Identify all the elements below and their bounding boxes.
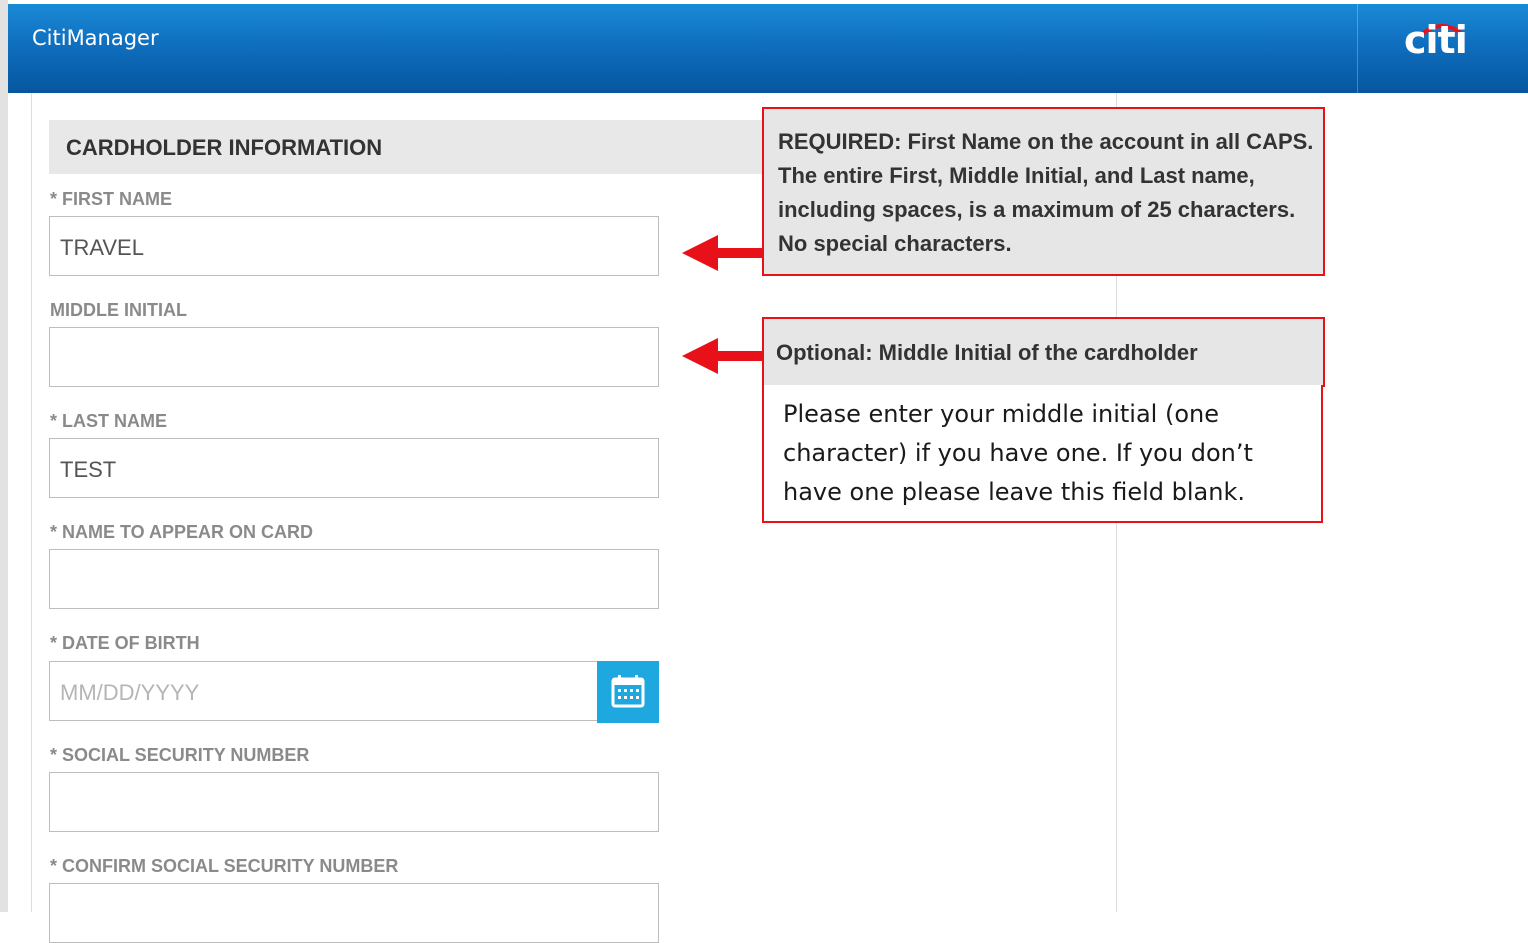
name-on-card-input[interactable] <box>49 549 659 609</box>
last-name-label: * LAST NAME <box>50 411 167 431</box>
middle-initial-callout-detail: Please enter your middle initial (one ch… <box>783 400 1253 506</box>
first-name-input[interactable]: TRAVEL <box>49 216 659 276</box>
calendar-button[interactable] <box>597 661 659 723</box>
middle-initial-callout: Optional: Middle Initial of the cardhold… <box>762 317 1325 387</box>
confirm-ssn-label: * CONFIRM SOCIAL SECURITY NUMBER <box>50 856 399 876</box>
citi-logo[interactable]: citi <box>1404 18 1468 62</box>
panel-left-border <box>31 93 32 912</box>
date-of-birth-placeholder: MM/DD/YYYY <box>60 680 200 705</box>
middle-initial-label: MIDDLE INITIAL <box>50 300 187 320</box>
ssn-input[interactable] <box>49 772 659 832</box>
section-header: CARDHOLDER INFORMATION <box>49 120 769 174</box>
first-name-callout: REQUIRED: First Name on the account in a… <box>762 107 1325 276</box>
middle-initial-detail-box: Please enter your middle initial (one ch… <box>762 385 1323 523</box>
name-on-card-label: * NAME TO APPEAR ON CARD <box>50 522 314 542</box>
date-of-birth-label: * DATE OF BIRTH <box>50 633 200 653</box>
first-name-arrow-icon <box>682 235 764 271</box>
middle-initial-arrow-icon <box>682 338 764 374</box>
left-gutter <box>0 0 8 912</box>
first-name-label: * FIRST NAME <box>50 189 173 209</box>
last-name-input[interactable]: TEST <box>49 438 659 498</box>
confirm-ssn-input[interactable] <box>49 883 659 943</box>
first-name-callout-text: REQUIRED: First Name on the account in a… <box>778 129 1314 256</box>
middle-initial-callout-title: Optional: Middle Initial of the cardhold… <box>776 340 1198 365</box>
app-header: CitiManager citi <box>8 4 1528 93</box>
app-title: CitiManager <box>32 26 159 50</box>
ssn-label: * SOCIAL SECURITY NUMBER <box>50 745 310 765</box>
middle-initial-input[interactable] <box>49 327 659 387</box>
date-of-birth-input[interactable]: MM/DD/YYYY <box>49 661 659 723</box>
header-divider <box>1357 4 1358 93</box>
calendar-icon <box>611 675 645 708</box>
last-name-value: TEST <box>60 457 117 482</box>
first-name-value: TRAVEL <box>60 235 144 260</box>
section-title: CARDHOLDER INFORMATION <box>66 135 383 160</box>
